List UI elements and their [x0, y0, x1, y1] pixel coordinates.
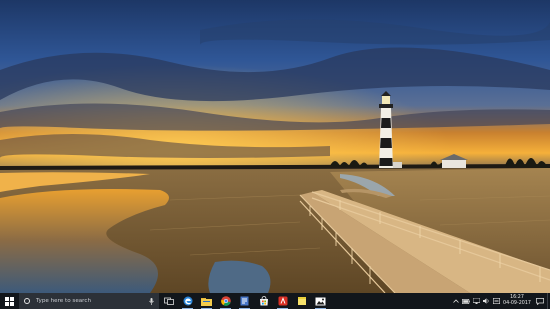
desktop-wallpaper — [0, 0, 550, 293]
sticky-notes-icon[interactable] — [292, 293, 311, 309]
network-icon[interactable] — [471, 293, 481, 309]
system-tray: 16:27 04-09-2017 — [451, 293, 550, 309]
task-view-icon[interactable] — [159, 293, 178, 309]
photos-icon[interactable] — [311, 293, 330, 309]
cortana-icon — [24, 298, 30, 304]
clock[interactable]: 16:27 04-09-2017 — [503, 295, 531, 306]
search-box[interactable]: Type here to search — [19, 293, 159, 309]
clock-date: 04-09-2017 — [503, 301, 531, 306]
start-button[interactable] — [0, 293, 18, 309]
red-app-icon[interactable] — [273, 293, 292, 309]
chevron-up-icon[interactable] — [451, 293, 461, 309]
volume-icon[interactable] — [481, 293, 491, 309]
action-center-icon[interactable] — [533, 293, 547, 309]
search-placeholder: Type here to search — [36, 298, 91, 304]
wallpaper-lighthouse-landscape — [0, 0, 550, 293]
edge-browser-icon[interactable] — [178, 293, 197, 309]
file-explorer-icon[interactable] — [197, 293, 216, 309]
document-viewer-icon[interactable] — [235, 293, 254, 309]
windows-logo-icon — [4, 296, 14, 306]
store-icon[interactable] — [254, 293, 273, 309]
chrome-icon[interactable] — [216, 293, 235, 309]
microphone-icon[interactable] — [147, 297, 156, 305]
language-icon[interactable] — [491, 293, 501, 309]
taskbar: Type here to search 16:27 04-09-2017 — [0, 293, 550, 309]
battery-icon[interactable] — [461, 293, 471, 309]
